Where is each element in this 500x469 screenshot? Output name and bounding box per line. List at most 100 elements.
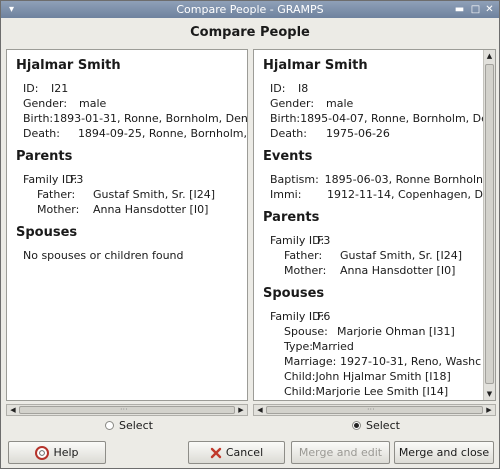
right-events-heading: Events	[263, 149, 313, 164]
right-child1-row: Child: John Hjalmar Smith [I18]	[263, 369, 483, 384]
right-mother-row: Mother: Anna Hansdotter [I0]	[263, 263, 483, 278]
right-vertical-scroll-thumb[interactable]	[485, 64, 494, 384]
left-mother-row: Mother: Anna Hansdotter [I0]	[16, 202, 247, 217]
right-family-value: F3	[317, 234, 331, 247]
right-spouse-row: Spouse: Marjorie Ohman [I31]	[263, 324, 483, 339]
right-marriage-value: 1927-10-31, Reno, Washc	[340, 355, 482, 368]
right-id-label: ID:	[270, 82, 286, 95]
scroll-left-icon[interactable]: ◀	[254, 405, 266, 415]
right-marriage-label: Marriage:	[284, 355, 337, 368]
right-baptism-row: Baptism: 1895-06-03, Ronne Bornholn	[263, 172, 483, 187]
right-type-value: Married	[312, 340, 354, 353]
right-parents-heading: Parents	[263, 210, 320, 225]
right-death-row: Death: 1975-06-26	[263, 126, 483, 141]
right-family-row: Family ID: F3	[263, 233, 483, 248]
left-scroll-grip-icon: ···	[120, 405, 128, 414]
help-button-label: Help	[53, 446, 79, 459]
window-menu-icon[interactable]: ▾	[5, 3, 18, 16]
right-gender-row: Gender: male	[263, 96, 483, 111]
title-bar[interactable]: ▾ Compare People - GRAMPS ▬ □ ✕	[1, 1, 499, 18]
left-select-label[interactable]: Select	[119, 419, 153, 432]
right-child2-label: Child:	[284, 385, 316, 398]
right-child1-value: John Hjalmar Smith [I18]	[315, 370, 451, 383]
left-mother-label: Mother:	[37, 203, 80, 216]
right-birth-value: 1895-04-07, Ronne, Bornholm, De	[300, 112, 483, 125]
left-gender-row: Gender: male	[16, 96, 247, 111]
merge-and-close-label: Merge and close	[398, 446, 490, 459]
left-family-value: F3	[70, 173, 84, 186]
right-sp-family-label: Family ID:	[270, 310, 325, 323]
right-gender-value: male	[326, 97, 354, 110]
left-death-label: Death:	[23, 127, 60, 140]
left-gender-label: Gender:	[23, 97, 68, 110]
right-spouse-value: Marjorie Ohman [I31]	[337, 325, 455, 338]
right-type-label: Type:	[284, 340, 313, 353]
right-child1-label: Child:	[284, 370, 316, 383]
scroll-down-icon[interactable]: ▼	[484, 388, 495, 400]
scroll-right-icon[interactable]: ▶	[235, 405, 247, 415]
minimize-icon[interactable]: ▬	[453, 3, 466, 16]
right-mother-value: Anna Hansdotter [I0]	[340, 264, 456, 277]
right-scroll-grip-icon: ···	[367, 405, 375, 414]
left-person-pane[interactable]: Hjalmar Smith ID: I21 Gender: male Birth…	[6, 49, 248, 401]
right-type-row: Type: Married	[263, 339, 483, 354]
right-baptism-value: 1895-06-03, Ronne Bornholn	[324, 173, 483, 186]
left-no-spouses-text: No spouses or children found	[23, 249, 184, 262]
left-horizontal-scroll-thumb[interactable]: ···	[19, 406, 235, 414]
right-immi-row: Immi: 1912-11-14, Copenhagen, D	[263, 187, 483, 202]
merge-and-close-button[interactable]: Merge and close	[394, 441, 494, 464]
right-child2-value: Marjorie Lee Smith [I14]	[315, 385, 449, 398]
left-birth-row: Birth: 1893-01-31, Ronne, Bornholm, Denm	[16, 111, 247, 126]
right-immi-label: Immi:	[270, 188, 302, 201]
right-select-radio[interactable]: Select	[352, 418, 400, 432]
right-father-row: Father: Gustaf Smith, Sr. [I24]	[263, 248, 483, 263]
left-radio-circle-icon[interactable]	[105, 420, 114, 430]
radio-selected-dot-icon	[354, 422, 359, 428]
right-id-row: ID: I8	[263, 81, 483, 96]
help-button[interactable]: Help	[8, 441, 106, 464]
right-gender-label: Gender:	[270, 97, 315, 110]
left-mother-value: Anna Hansdotter [I0]	[93, 203, 209, 216]
right-select-label[interactable]: Select	[366, 419, 400, 432]
right-birth-row: Birth: 1895-04-07, Ronne, Bornholm, De	[263, 111, 483, 126]
right-horizontal-scroll-thumb[interactable]: ···	[266, 406, 483, 414]
left-family-row: Family ID: F3	[16, 172, 247, 187]
left-death-row: Death: 1894-09-25, Ronne, Bornholm,	[16, 126, 247, 141]
cancel-x-icon	[210, 447, 222, 459]
help-lifebuoy-icon	[35, 445, 50, 460]
dialog-heading: Compare People	[190, 25, 310, 40]
cancel-button[interactable]: Cancel	[188, 441, 285, 464]
right-radio-circle-icon[interactable]	[352, 420, 361, 430]
right-child2-row: Child: Marjorie Lee Smith [I14]	[263, 384, 483, 399]
left-select-radio[interactable]: Select	[105, 418, 153, 432]
right-person-pane[interactable]: Hjalmar Smith ID: I8 Gender: male Birth:…	[253, 49, 496, 401]
right-spouses-heading: Spouses	[263, 286, 325, 301]
window-title: Compare People - GRAMPS	[176, 3, 324, 16]
left-death-value: 1894-09-25, Ronne, Bornholm,	[77, 127, 247, 140]
scroll-right-icon[interactable]: ▶	[483, 405, 495, 415]
right-death-value: 1975-06-26	[326, 127, 390, 140]
scroll-up-icon[interactable]: ▲	[484, 50, 495, 62]
right-immi-value: 1912-11-14, Copenhagen, D	[327, 188, 483, 201]
left-id-value: I21	[51, 82, 69, 95]
cancel-button-label: Cancel	[225, 446, 264, 459]
maximize-icon[interactable]: □	[469, 3, 482, 16]
right-family-label: Family ID:	[270, 234, 325, 247]
merge-and-edit-button[interactable]: Merge and edit	[291, 441, 390, 464]
right-vertical-scrollbar[interactable]: ▲ ▼	[483, 50, 495, 400]
left-id-row: ID: I21	[16, 81, 247, 96]
left-gender-value: male	[79, 97, 107, 110]
right-id-value: I8	[298, 82, 309, 95]
left-horizontal-scrollbar[interactable]: ◀ ··· ▶	[6, 404, 248, 416]
right-horizontal-scrollbar[interactable]: ◀ ··· ▶	[253, 404, 496, 416]
scroll-left-icon[interactable]: ◀	[7, 405, 19, 415]
left-spouses-heading: Spouses	[16, 225, 78, 240]
close-icon[interactable]: ✕	[483, 3, 496, 16]
merge-and-edit-label: Merge and edit	[298, 446, 383, 459]
right-father-label: Father:	[284, 249, 323, 262]
right-person-name: Hjalmar Smith	[263, 58, 368, 73]
left-father-label: Father:	[37, 188, 76, 201]
right-sp-family-row: Family ID: F6	[263, 309, 483, 324]
left-person-name: Hjalmar Smith	[16, 58, 121, 73]
right-baptism-label: Baptism:	[270, 173, 319, 186]
